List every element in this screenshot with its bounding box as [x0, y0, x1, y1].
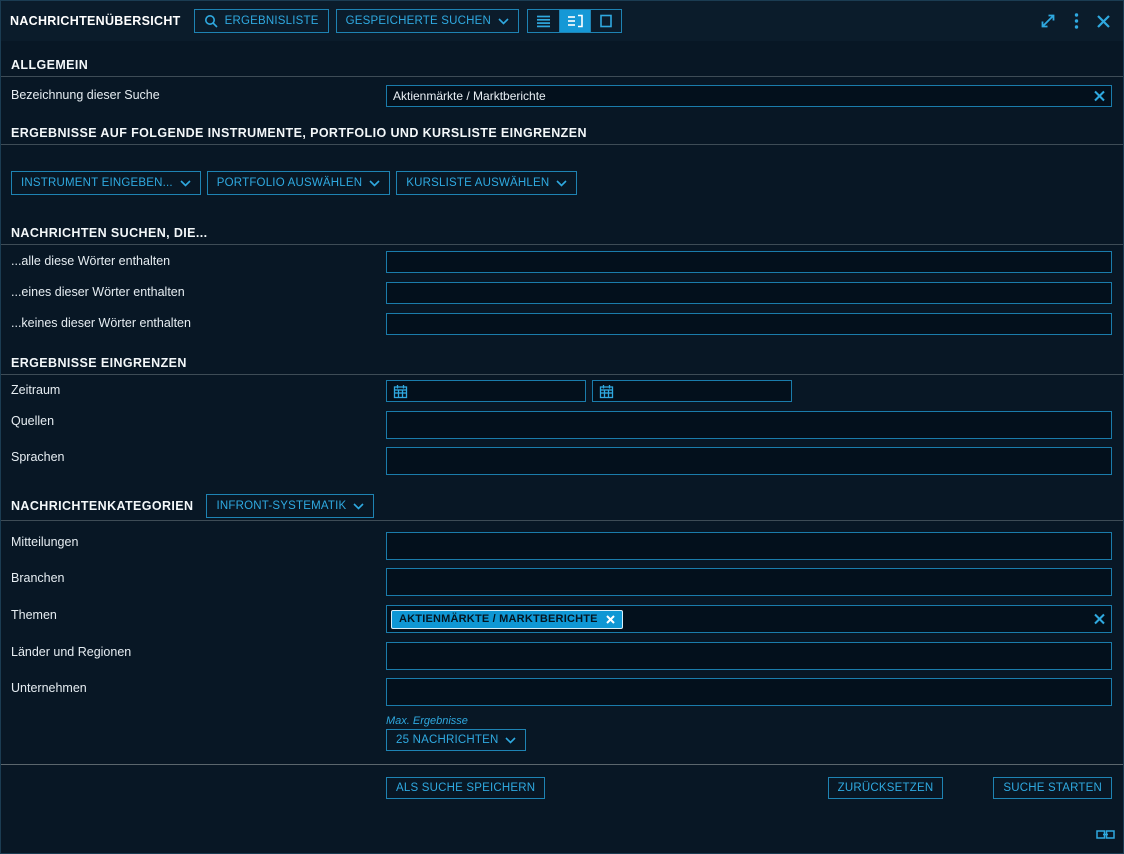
clear-themen-icon[interactable]: [1094, 614, 1105, 625]
search-icon: [204, 14, 218, 28]
quellen-row: Quellen: [1, 411, 1123, 439]
search-name-row: Bezeichnung dieser Suche: [1, 85, 1123, 107]
calendar-icon: [393, 384, 408, 399]
kursliste-dropdown-label: KURSLISTE AUSWÄHLEN: [406, 177, 549, 189]
systematik-dropdown-label: INFRONT-SYSTEMATIK: [216, 500, 346, 512]
themen-label: Themen: [11, 605, 386, 622]
results-list-button-label: ERGEBNISLISTE: [225, 15, 319, 27]
calendar-icon: [599, 384, 614, 399]
unternehmen-label: Unternehmen: [11, 678, 386, 695]
chevron-down-icon: [498, 18, 509, 25]
save-search-button-label: ALS SUCHE SPEICHERN: [396, 782, 535, 794]
sprachen-input[interactable]: [386, 447, 1112, 475]
reset-button[interactable]: ZURÜCKSETZEN: [828, 777, 944, 799]
section-instrumente-title: ERGEBNISSE AUF FOLGENDE INSTRUMENTE, POR…: [11, 126, 587, 140]
section-eingrenzen-header: ERGEBNISSE EINGRENZEN: [1, 356, 1123, 375]
none-words-label: ...keines dieser Wörter enthalten: [11, 313, 386, 330]
footer-actions: ALS SUCHE SPEICHERN ZURÜCKSETZEN SUCHE S…: [1, 765, 1123, 799]
chevron-down-icon: [505, 737, 516, 744]
list-detail-view-toggle[interactable]: [559, 10, 590, 32]
systematik-dropdown[interactable]: INFRONT-SYSTEMATIK: [206, 494, 374, 518]
branchen-input[interactable]: [386, 568, 1112, 596]
link-channel-icon[interactable]: [1096, 828, 1115, 841]
compact-view-toggle[interactable]: [590, 10, 621, 32]
portfolio-dropdown-label: PORTFOLIO AUSWÄHLEN: [217, 177, 362, 189]
start-search-button[interactable]: SUCHE STARTEN: [993, 777, 1112, 799]
more-options-icon[interactable]: [1074, 12, 1079, 30]
max-results-dropdown[interactable]: 25 NACHRICHTEN: [386, 729, 526, 751]
save-search-button[interactable]: ALS SUCHE SPEICHERN: [386, 777, 545, 799]
all-words-row: ...alle diese Wörter enthalten: [1, 251, 1123, 273]
date-to-input[interactable]: [592, 380, 792, 402]
max-results-label: Max. Ergebnisse: [386, 715, 1123, 727]
any-words-input[interactable]: [386, 282, 1112, 304]
list-view-icon: [536, 14, 551, 28]
section-kategorien-header: NACHRICHTENKATEGORIEN INFRONT-SYSTEMATIK: [1, 494, 1123, 521]
start-search-button-label: SUCHE STARTEN: [1003, 782, 1102, 794]
all-words-input[interactable]: [386, 251, 1112, 273]
none-words-row: ...keines dieser Wörter enthalten: [1, 313, 1123, 335]
all-words-label: ...alle diese Wörter enthalten: [11, 251, 386, 268]
close-icon[interactable]: [1096, 14, 1111, 29]
laender-row: Länder und Regionen: [1, 642, 1123, 670]
mitteilungen-label: Mitteilungen: [11, 532, 386, 549]
search-name-input[interactable]: [386, 85, 1112, 107]
laender-input[interactable]: [386, 642, 1112, 670]
compact-view-icon: [599, 14, 613, 28]
instrument-dropdown-label: INSTRUMENT EINGEBEN...: [21, 177, 173, 189]
quellen-input[interactable]: [386, 411, 1112, 439]
none-words-input[interactable]: [386, 313, 1112, 335]
section-allgemein-title: ALLGEMEIN: [11, 58, 88, 72]
themen-tag-chip[interactable]: AKTIENMÄRKTE / MARKTBERICHTE: [391, 610, 623, 629]
instrument-filter-row: INSTRUMENT EINGEBEN... PORTFOLIO AUSWÄHL…: [1, 171, 1123, 195]
themen-row: Themen AKTIENMÄRKTE / MARKTBERICHTE: [1, 605, 1123, 633]
saved-searches-dropdown[interactable]: GESPEICHERTE SUCHEN: [336, 9, 519, 33]
mitteilungen-input[interactable]: [386, 532, 1112, 560]
sprachen-label: Sprachen: [11, 447, 386, 464]
instrument-dropdown[interactable]: INSTRUMENT EINGEBEN...: [11, 171, 201, 195]
chevron-down-icon: [556, 180, 567, 187]
portfolio-dropdown[interactable]: PORTFOLIO AUSWÄHLEN: [207, 171, 390, 195]
zeitraum-label: Zeitraum: [11, 380, 386, 397]
news-search-window: NACHRICHTENÜBERSICHT ERGEBNISLISTE GESPE…: [0, 0, 1124, 854]
laender-label: Länder und Regionen: [11, 642, 386, 659]
page-title: NACHRICHTENÜBERSICHT: [10, 14, 181, 28]
chevron-down-icon: [180, 180, 191, 187]
themen-input[interactable]: AKTIENMÄRKTE / MARKTBERICHTE: [386, 605, 1112, 633]
quellen-label: Quellen: [11, 411, 386, 428]
section-suche-header: NACHRICHTEN SUCHEN, DIE...: [1, 226, 1123, 245]
zeitraum-row: Zeitraum: [1, 380, 1123, 402]
any-words-row: ...eines dieser Wörter enthalten: [1, 282, 1123, 304]
list-view-toggle[interactable]: [528, 10, 559, 32]
list-detail-view-icon: [567, 14, 583, 28]
kursliste-dropdown[interactable]: KURSLISTE AUSWÄHLEN: [396, 171, 577, 195]
view-toggle-group: [527, 9, 622, 33]
title-bar: NACHRICHTENÜBERSICHT ERGEBNISLISTE GESPE…: [1, 1, 1123, 41]
remove-tag-icon[interactable]: [606, 615, 615, 624]
branchen-row: Branchen: [1, 568, 1123, 596]
branchen-label: Branchen: [11, 568, 386, 585]
search-name-label: Bezeichnung dieser Suche: [11, 85, 386, 102]
max-results-dropdown-label: 25 NACHRICHTEN: [396, 734, 498, 746]
chevron-down-icon: [369, 180, 380, 187]
saved-searches-dropdown-label: GESPEICHERTE SUCHEN: [346, 15, 491, 27]
chevron-down-icon: [353, 503, 364, 510]
results-list-button[interactable]: ERGEBNISLISTE: [194, 9, 329, 33]
themen-tag-label: AKTIENMÄRKTE / MARKTBERICHTE: [399, 613, 598, 625]
sprachen-row: Sprachen: [1, 447, 1123, 475]
section-instrumente-header: ERGEBNISSE AUF FOLGENDE INSTRUMENTE, POR…: [1, 126, 1123, 145]
section-kategorien-title: NACHRICHTENKATEGORIEN: [11, 499, 193, 513]
date-from-input[interactable]: [386, 380, 586, 402]
section-suche-title: NACHRICHTEN SUCHEN, DIE...: [11, 226, 208, 240]
expand-icon[interactable]: [1039, 12, 1057, 30]
unternehmen-row: Unternehmen: [1, 678, 1123, 706]
clear-search-name-icon[interactable]: [1094, 91, 1105, 102]
reset-button-label: ZURÜCKSETZEN: [838, 782, 934, 794]
unternehmen-input[interactable]: [386, 678, 1112, 706]
window-controls: [1039, 12, 1111, 30]
section-allgemein-header: ALLGEMEIN: [1, 58, 1123, 77]
any-words-label: ...eines dieser Wörter enthalten: [11, 282, 386, 299]
section-eingrenzen-title: ERGEBNISSE EINGRENZEN: [11, 356, 187, 370]
mitteilungen-row: Mitteilungen: [1, 532, 1123, 560]
